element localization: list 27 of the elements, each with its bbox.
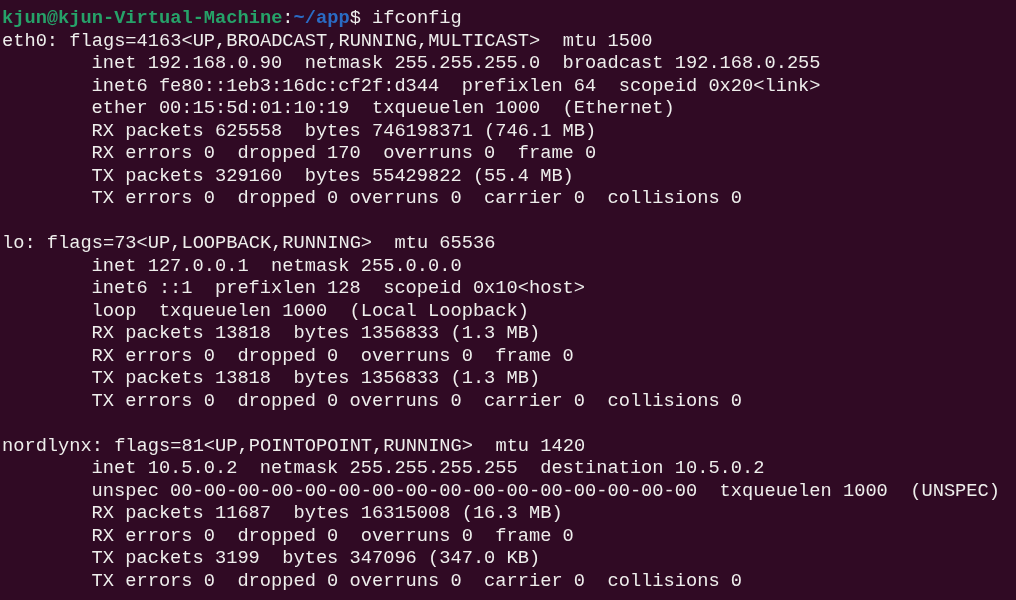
output-line: RX errors 0 dropped 170 overruns 0 frame 0 xyxy=(91,142,597,165)
output-line: inet 192.168.0.90 netmask 255.255.255.0 broadcast 192.168.0.255 xyxy=(91,52,821,75)
output-line: TX packets 13818 bytes 1356833 (1.3 MB) xyxy=(91,367,541,390)
command-text: $ ifconfig xyxy=(349,7,462,30)
output-line: inet 10.5.0.2 netmask 255.255.255.255 destination 10.5.0.2 xyxy=(91,457,765,480)
output-line: TX packets 3199 bytes 347096 (347.0 KB) xyxy=(91,547,541,570)
output-line: RX errors 0 dropped 0 overruns 0 frame 0 xyxy=(91,524,574,547)
output-line: loop txqueuelen 1000 (Local Loopback) xyxy=(91,299,529,322)
output-line: TX errors 0 dropped 0 overruns 0 carrier 0 collisions 0 xyxy=(91,569,743,592)
output-line: TX errors 0 dropped 0 overruns 0 carrier 0 collisions 0 xyxy=(91,187,743,210)
output-line: RX packets 11687 bytes 16315008 (16.3 MB) xyxy=(91,502,563,525)
prompt-separator: : xyxy=(282,7,294,30)
output-line: RX packets 625558 bytes 746198371 (746.1 MB) xyxy=(91,119,597,142)
interface-header: eth0: flags=4163<UP,BROADCAST,RUNNING,MULTICAST> mtu 1500 xyxy=(2,29,653,52)
interface-header: lo: flags=73<UP,LOOPBACK,RUNNING> mtu 65536 xyxy=(2,232,496,255)
output-line: RX packets 13818 bytes 1356833 (1.3 MB) xyxy=(91,322,541,345)
prompt-user-host: kjun@kjun-Virtual-Machine xyxy=(2,7,283,30)
output-line: ether 00:15:5d:01:10:19 txqueuelen 1000 (Ethernet) xyxy=(91,97,675,120)
output-line: unspec 00-00-00-00-00-00-00-00-00-00-00-00-00-00-00-00 txqueuelen 1000 (UNSPEC) xyxy=(91,479,1000,502)
output-line: TX packets 329160 bytes 55429822 (55.4 MB) xyxy=(91,164,574,187)
output-line: inet6 ::1 prefixlen 128 scopeid 0x10<host> xyxy=(91,277,586,300)
prompt-path: ~/app xyxy=(293,7,350,30)
interface-header: nordlynx: flags=81<UP,POINTOPOINT,RUNNING> mtu 1420 xyxy=(2,434,586,457)
output-line: inet6 fe80::1eb3:16dc:cf2f:d344 prefixlen 64 scopeid 0x20<link> xyxy=(91,74,821,97)
output-line: RX errors 0 dropped 0 overruns 0 frame 0 xyxy=(91,344,574,367)
output-line: inet 127.0.0.1 netmask 255.0.0.0 xyxy=(91,254,462,277)
output-line: TX errors 0 dropped 0 overruns 0 carrier 0 collisions 0 xyxy=(91,389,743,412)
